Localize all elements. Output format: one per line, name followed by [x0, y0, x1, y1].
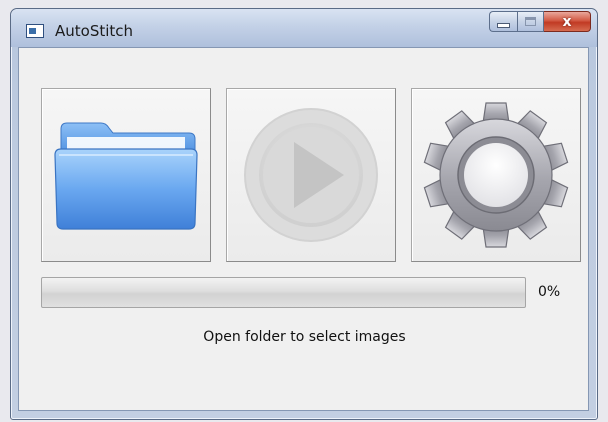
folder-icon: [54, 122, 198, 230]
close-button[interactable]: x: [544, 11, 591, 32]
app-icon[interactable]: [26, 24, 44, 38]
maximize-button: [517, 11, 544, 32]
window-controls: x: [489, 11, 591, 35]
progress-percent: 0%: [538, 284, 561, 300]
status-text: Open folder to select images: [203, 329, 406, 345]
progress-bar: [41, 277, 526, 308]
maximize-icon: [525, 17, 536, 26]
play-icon: [244, 108, 378, 242]
close-icon: x: [562, 13, 572, 30]
app-window: AutoStitch x 0% Open folder to select im…: [10, 8, 598, 420]
gear-icon: [423, 102, 569, 248]
settings-button[interactable]: [411, 88, 581, 262]
open-folder-button[interactable]: [41, 88, 211, 262]
minimize-button[interactable]: [489, 11, 517, 32]
start-stitch-button[interactable]: [226, 88, 396, 262]
minimize-icon: [497, 22, 510, 28]
window-title: AutoStitch: [55, 22, 134, 40]
title-bar[interactable]: AutoStitch x: [11, 9, 597, 47]
client-area: 0% Open folder to select images: [18, 47, 589, 411]
